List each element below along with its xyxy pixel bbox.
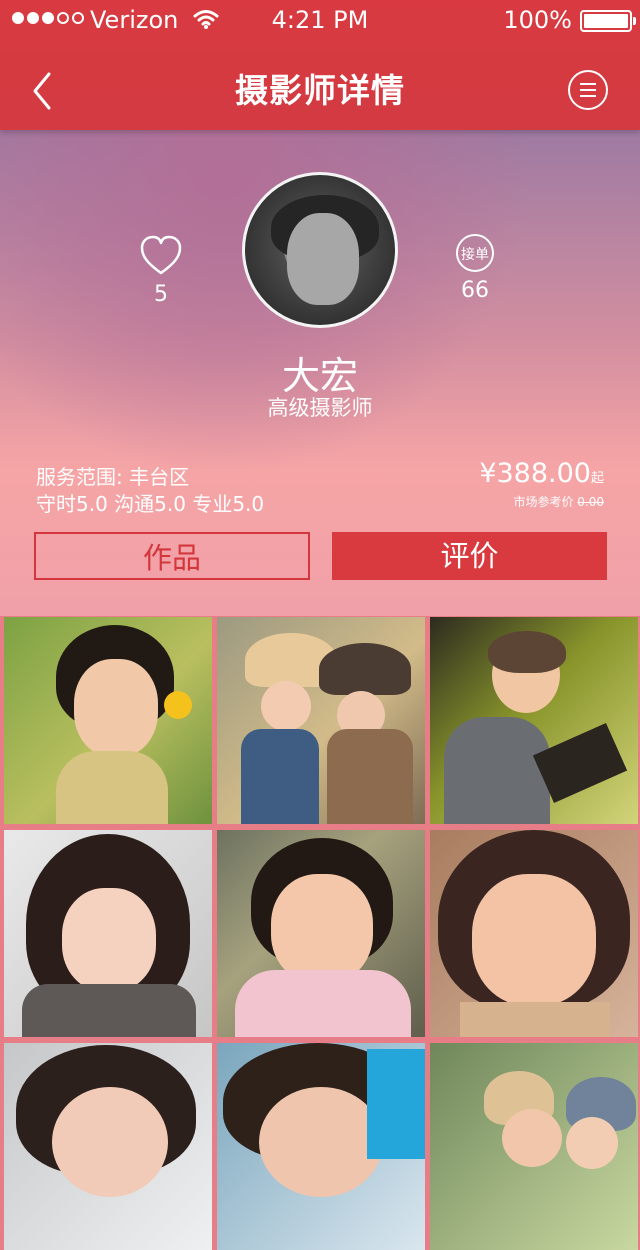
gallery-photo[interactable] [217, 1043, 425, 1250]
price-block: ¥388.00起 市场参考价 0.00 [479, 458, 604, 510]
orders-counter: 接单 66 [452, 234, 498, 303]
like-counter[interactable]: 5 [138, 234, 184, 307]
price-suffix: 起 [590, 471, 604, 486]
battery-percentage: 100% [503, 6, 572, 34]
gallery-photo[interactable] [4, 1043, 212, 1250]
gallery-photo[interactable] [4, 617, 212, 824]
gallery-photo[interactable] [430, 617, 638, 824]
heart-icon [140, 235, 182, 275]
status-bar: Verizon 4:21 PM 100% [0, 0, 640, 40]
photographer-level: 高级摄影师 [267, 396, 373, 420]
price-value: ¥388.00 [479, 458, 591, 489]
service-info: 服务范围: 丰台区 守时5.0 沟通5.0 专业5.0 [36, 464, 264, 518]
gallery-photo[interactable] [217, 830, 425, 1037]
ratings: 守时5.0 沟通5.0 专业5.0 [36, 492, 265, 516]
market-price-value: 0.00 [577, 495, 604, 509]
orders-count: 66 [461, 278, 489, 303]
photographer-profile: 5 接单 66 大宏 高级摄影师 服务范围: 丰台区 守时5.0 沟通5.0 专… [0, 130, 640, 616]
tab-works[interactable]: 作品 [34, 532, 310, 580]
battery-icon [580, 10, 636, 32]
works-gallery [4, 617, 640, 1250]
likes-count: 5 [154, 282, 168, 307]
gallery-photo[interactable] [430, 1043, 638, 1250]
service-area: 服务范围: 丰台区 [36, 465, 190, 489]
market-price: 市场参考价 0.00 [479, 493, 604, 510]
photographer-avatar [242, 172, 398, 328]
gallery-photo[interactable] [217, 617, 425, 824]
price: ¥388.00起 [479, 458, 604, 489]
tab-review[interactable]: 评价 [332, 532, 607, 580]
page-title: 摄影师详情 [235, 71, 405, 110]
market-price-label: 市场参考价 [513, 495, 574, 509]
gallery-photo[interactable] [4, 830, 212, 1037]
orders-badge: 接单 [456, 234, 494, 272]
menu-circle-icon[interactable] [568, 70, 608, 110]
top-bar: Verizon 4:21 PM 100% 摄影师详情 [0, 0, 640, 130]
gallery-photo[interactable] [430, 830, 638, 1037]
